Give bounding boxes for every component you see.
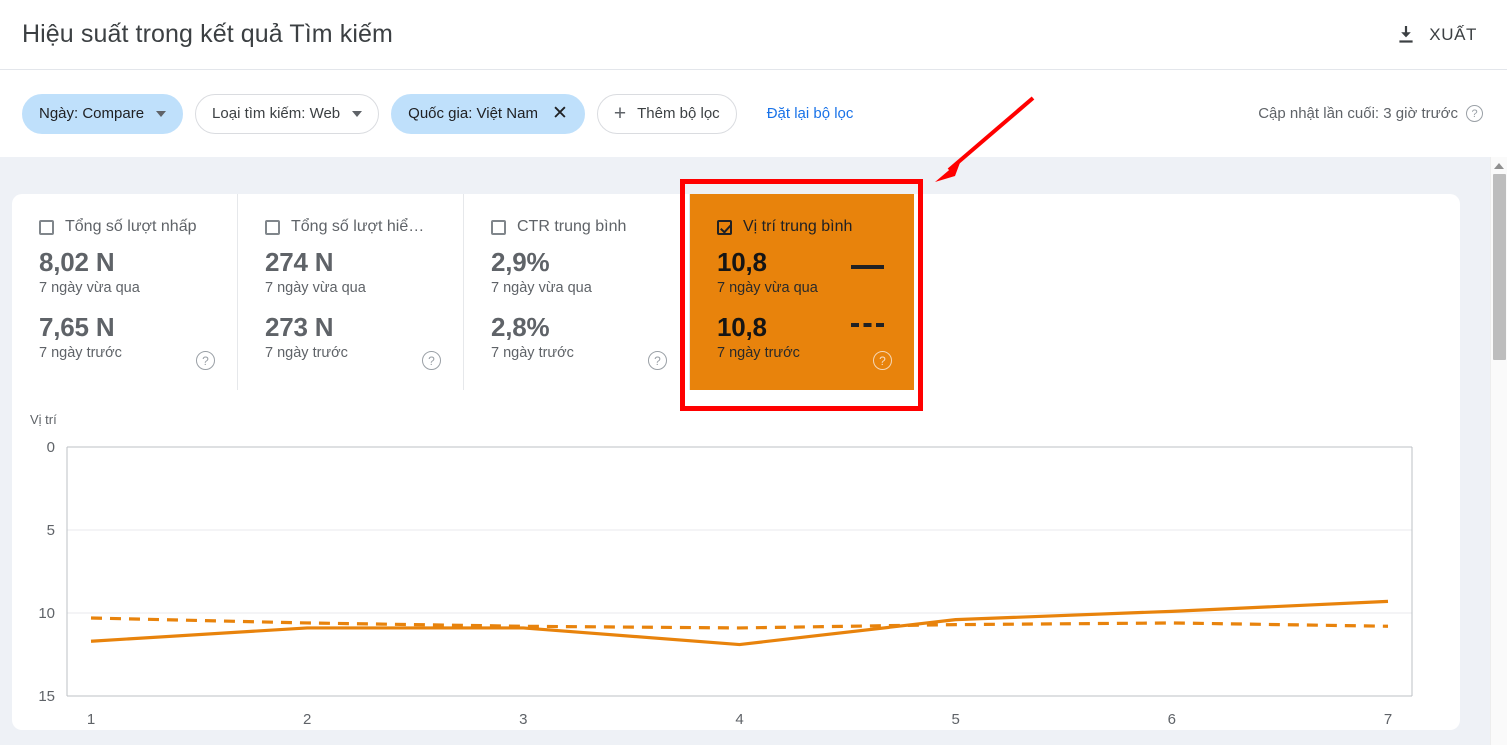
metric-card-empty [914, 194, 1460, 390]
metric-current-row: 10,8 [717, 247, 914, 278]
metric-previous-row: 7,65 N [39, 311, 237, 343]
metric-previous-row: 10,8 [717, 311, 914, 343]
plus-icon: + [613, 102, 627, 125]
metric-card-header: Vị trí trung bình [717, 218, 914, 236]
metric-current-label: 7 ngày vừa qua [491, 279, 592, 296]
chart-x-tick: 4 [735, 711, 743, 728]
help-icon[interactable]: ? [1466, 105, 1483, 122]
chevron-up-icon [1494, 162, 1504, 169]
metric-card-header: Tổng số lượt nhấp [39, 218, 237, 236]
chart-series-dashed [90, 616, 1389, 630]
vertical-scrollbar[interactable] [1490, 157, 1507, 745]
metric-title: Vị trí trung bình [743, 218, 853, 235]
help-icon[interactable]: ? [648, 351, 667, 370]
metric-checkbox[interactable] [491, 219, 506, 235]
performance-panel: Tổng số lượt nhấp 8,02 N 7 ngày vừa qua … [12, 194, 1460, 730]
metric-cards: Tổng số lượt nhấp 8,02 N 7 ngày vừa qua … [12, 194, 1460, 390]
metric-current-label: 7 ngày vừa qua [717, 279, 818, 296]
legend-dashed-line [851, 323, 884, 327]
app-root: Hiệu suất trong kết quả Tìm kiếm XUẤT Ng… [0, 0, 1507, 745]
metric-card-header: Tổng số lượt hiể… [265, 218, 463, 236]
legend-solid-line [851, 265, 884, 269]
chart-x-tick: 1 [87, 711, 95, 728]
filter-chip-country-label: Quốc gia: Việt Nam [408, 105, 538, 122]
metric-title: Tổng số lượt nhấp [65, 218, 197, 235]
chart-canvas[interactable]: 0 5 10 15 1 2 3 4 5 6 7 [12, 390, 1460, 730]
chart-y-tick: 10 [38, 605, 55, 622]
metric-current-row: 2,9% [491, 247, 689, 278]
add-filter-label: Thêm bộ lọc [637, 105, 720, 122]
metric-card-total-impressions[interactable]: Tổng số lượt hiể… 274 N 7 ngày vừa qua 2… [238, 194, 464, 390]
filter-chip-search-type-label: Loại tìm kiếm: Web [212, 105, 341, 122]
metric-current-value: 2,9% [491, 247, 550, 277]
filter-chip-date[interactable]: Ngày: Compare [22, 93, 184, 134]
metric-current-row: 8,02 N [39, 247, 237, 278]
metric-previous-value: 7,65 N [39, 311, 115, 342]
help-icon[interactable]: ? [873, 351, 892, 370]
chart-x-tick: 6 [1168, 711, 1176, 728]
metric-current-value: 274 N [265, 247, 334, 277]
chevron-down-icon [156, 110, 167, 117]
metric-checkbox[interactable] [717, 219, 732, 235]
reset-filters-link[interactable]: Đặt lại bộ lọc [759, 99, 862, 128]
metric-current-value: 8,02 N [39, 247, 115, 277]
chart-y-tick: 5 [47, 522, 55, 539]
scrollbar-thumb[interactable] [1493, 174, 1506, 360]
metric-previous-row: 2,8% [491, 311, 689, 343]
metric-current-label: 7 ngày vừa qua [265, 279, 366, 296]
metric-card-header: CTR trung bình [491, 218, 689, 236]
export-label: XUẤT [1429, 24, 1477, 44]
metric-card-total-clicks[interactable]: Tổng số lượt nhấp 8,02 N 7 ngày vừa qua … [12, 194, 238, 390]
chart-y-tick: 0 [47, 439, 55, 456]
metric-card-average-ctr[interactable]: CTR trung bình 2,9% 7 ngày vừa qua 2,8% … [464, 194, 690, 390]
filter-chip-search-type[interactable]: Loại tìm kiếm: Web [195, 93, 380, 134]
filter-bar: Ngày: Compare Loại tìm kiếm: Web Quốc gi… [0, 69, 1507, 157]
help-icon[interactable]: ? [422, 351, 441, 370]
last-updated-label: Cập nhật lần cuối: 3 giờ trước [1258, 105, 1458, 122]
metric-checkbox[interactable] [39, 219, 54, 235]
metric-previous-value: 10,8 [717, 311, 767, 342]
metric-card-average-position[interactable]: Vị trí trung bình 10,8 7 ngày vừa qua 10… [690, 194, 914, 390]
metric-current-label: 7 ngày vừa qua [39, 279, 140, 296]
metric-current-row: 274 N [265, 247, 463, 278]
close-icon[interactable]: ✕ [552, 104, 568, 123]
chart-x-tick: 5 [951, 711, 959, 728]
metric-current-value: 10,8 [717, 247, 767, 277]
add-filter-button[interactable]: + Thêm bộ lọc [596, 93, 737, 134]
chart-x-tick: 2 [303, 711, 311, 728]
metric-previous-value: 273 N [265, 311, 334, 342]
chart-x-tick: 3 [519, 711, 527, 728]
chevron-down-icon [352, 110, 363, 117]
filter-chip-date-label: Ngày: Compare [39, 105, 145, 122]
page-header: Hiệu suất trong kết quả Tìm kiếm XUẤT [0, 0, 1507, 69]
filter-chip-country[interactable]: Quốc gia: Việt Nam ✕ [391, 93, 585, 134]
metric-checkbox[interactable] [265, 219, 280, 235]
last-updated: Cập nhật lần cuối: 3 giờ trước ? [1258, 105, 1483, 122]
metric-title: Tổng số lượt hiể… [291, 218, 425, 235]
help-icon[interactable]: ? [196, 351, 215, 370]
performance-chart: Vị trí 0 5 10 15 1 2 3 4 5 6 7 [12, 390, 1460, 730]
metric-previous-row: 273 N [265, 311, 463, 343]
page-title: Hiệu suất trong kết quả Tìm kiếm [22, 20, 393, 48]
chart-x-tick: 7 [1384, 711, 1392, 728]
metric-title: CTR trung bình [517, 218, 627, 235]
scroll-up-button[interactable] [1491, 157, 1507, 174]
chart-y-tick: 15 [38, 688, 55, 705]
download-icon [1396, 24, 1416, 45]
metric-previous-value: 2,8% [491, 311, 550, 342]
export-button[interactable]: XUẤT [1390, 20, 1483, 49]
